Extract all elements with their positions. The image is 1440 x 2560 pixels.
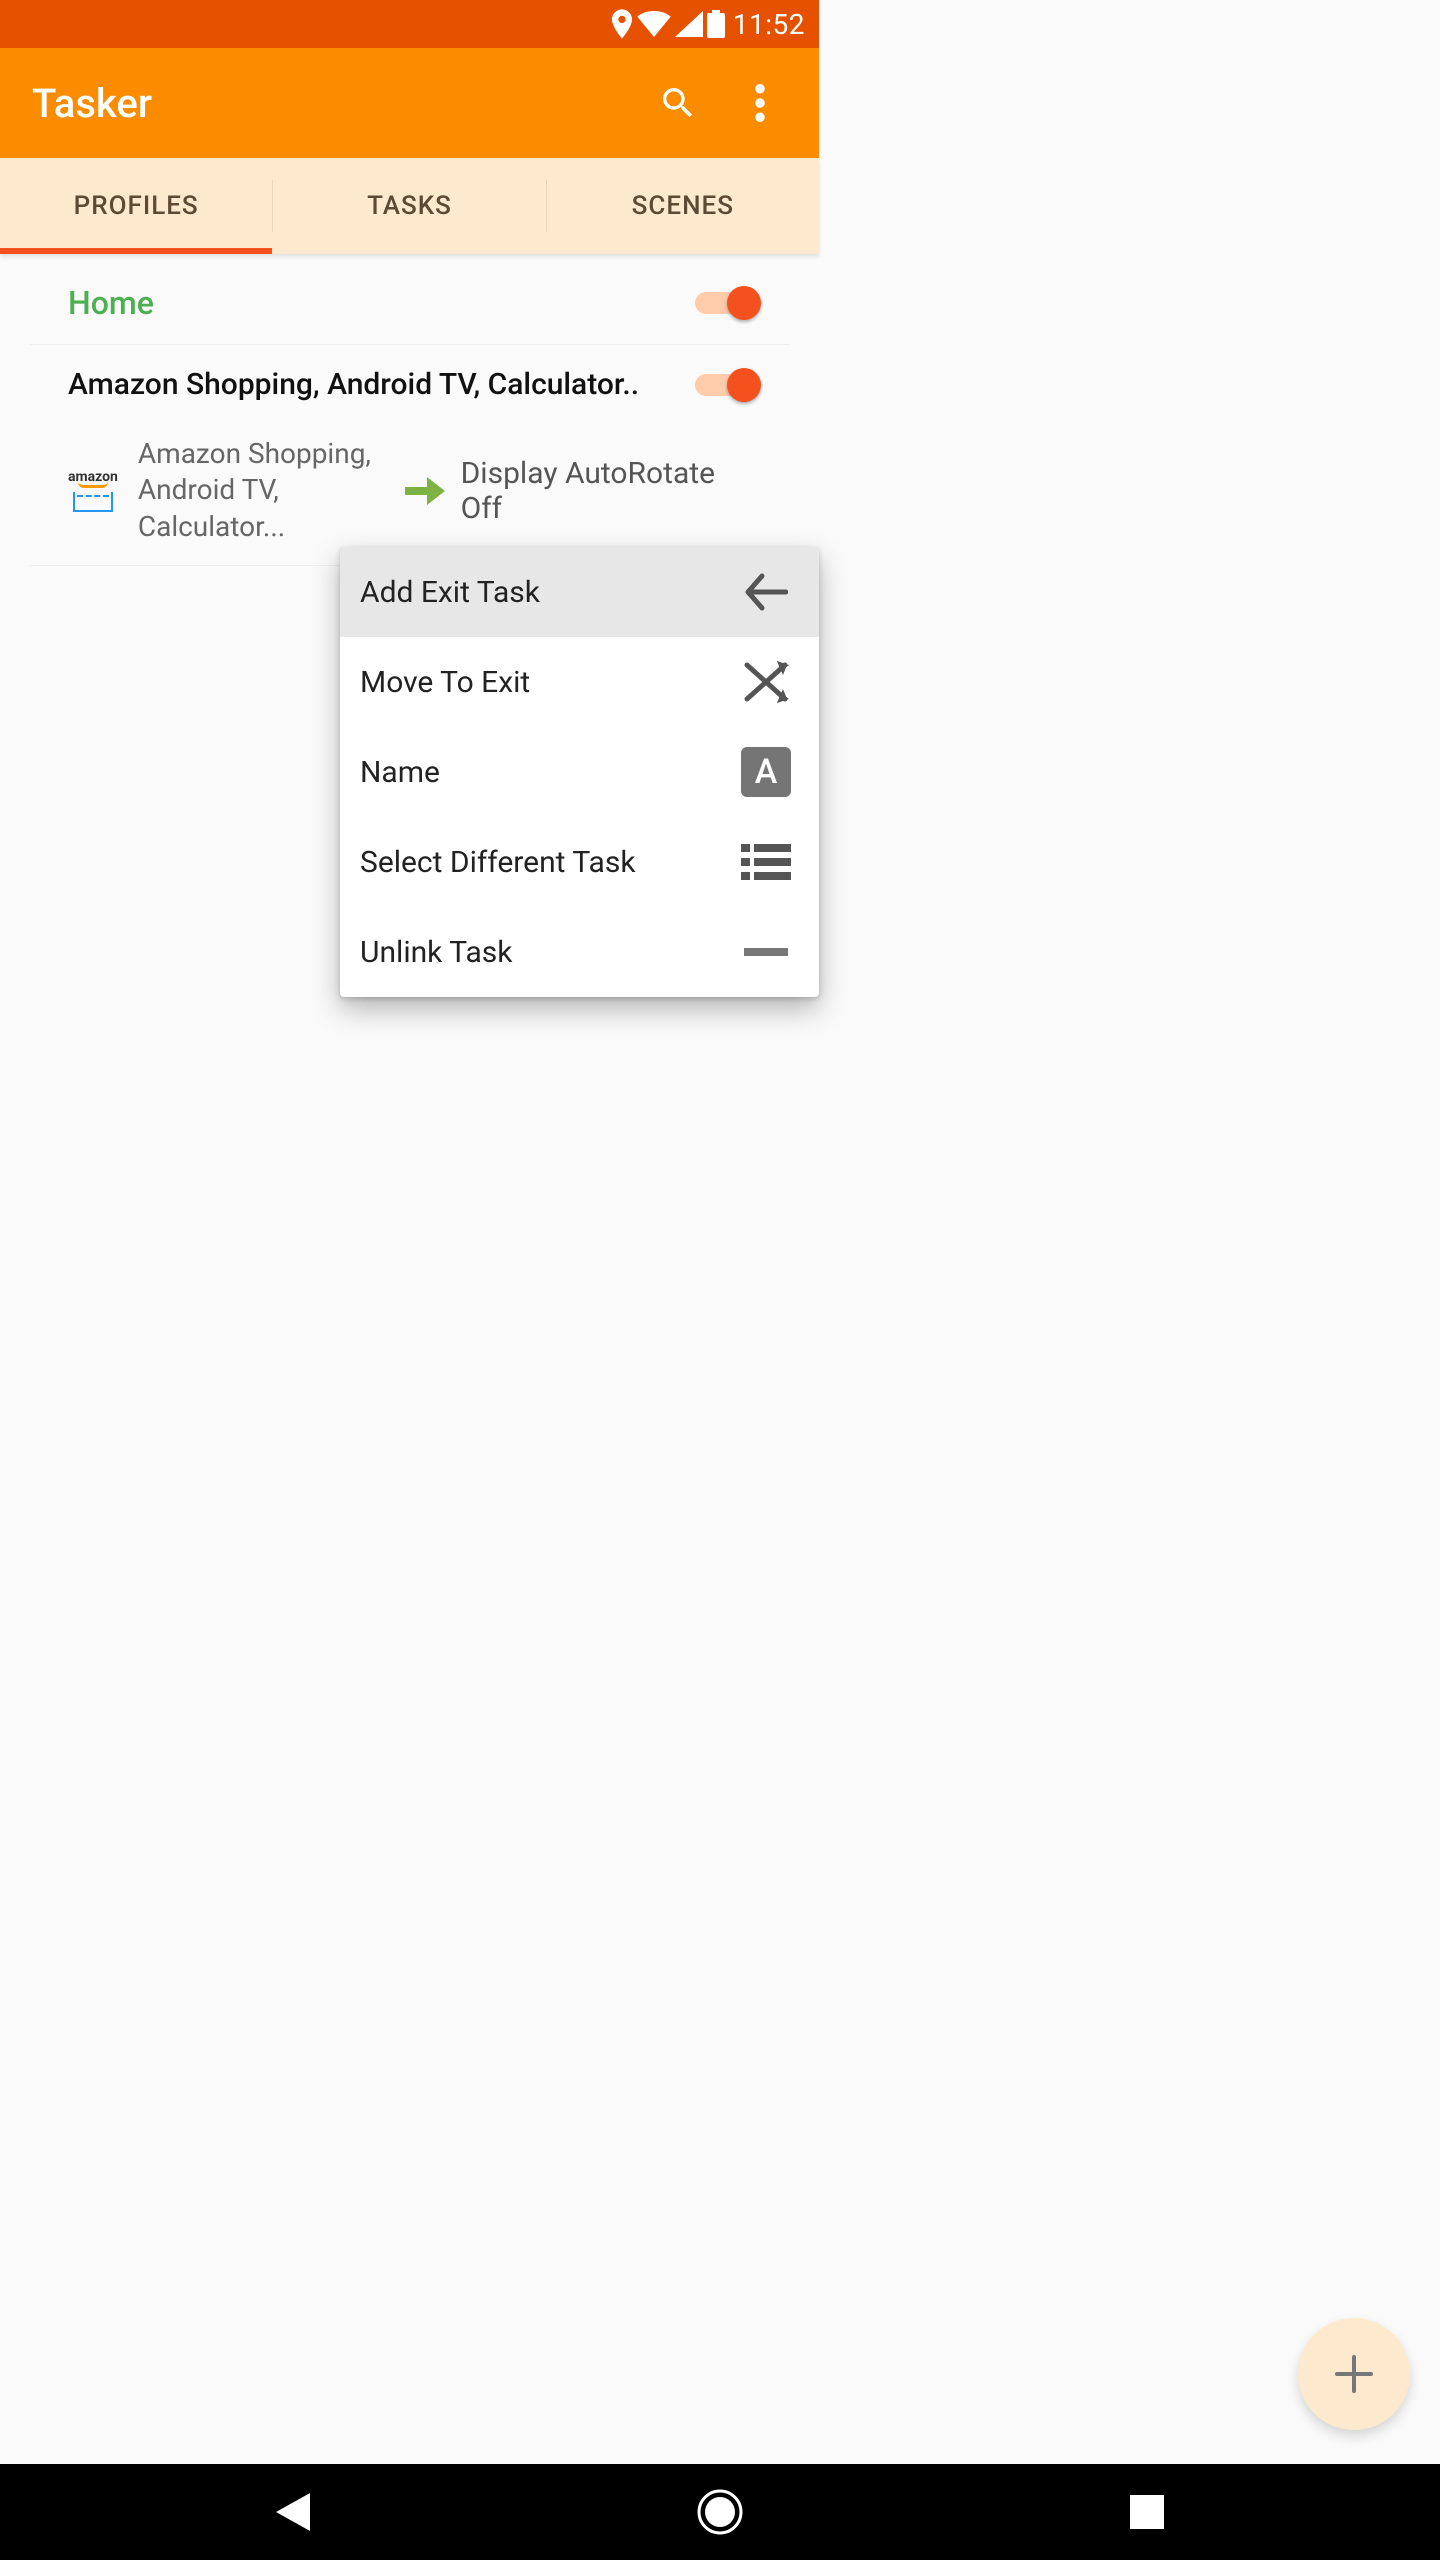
status-icons — [611, 9, 725, 39]
fab-add[interactable] — [1298, 2318, 1410, 2430]
context-label: Amazon Shopping, Android TV, Calculator.… — [138, 436, 390, 545]
tab-label: PROFILES — [74, 191, 199, 221]
tab-tasks[interactable]: TASKS — [273, 158, 545, 254]
more-vert-icon — [755, 84, 765, 122]
back-triangle-icon — [276, 2493, 310, 2531]
profile-detail-row[interactable]: amazon Amazon Shopping, Android TV, Calc… — [30, 424, 789, 566]
menu-item-label: Add Exit Task — [360, 575, 741, 610]
toggle-amazon[interactable] — [695, 368, 757, 402]
entry-arrow-icon — [396, 475, 455, 507]
menu-item-select-different-task[interactable]: Select Different Task — [340, 817, 819, 907]
nav-home-button[interactable] — [695, 2487, 745, 2537]
status-bar: 11:52 — [0, 0, 819, 48]
toggle-thumb — [727, 286, 761, 320]
tab-scenes[interactable]: SCENES — [547, 158, 819, 254]
task-name-label: Display AutoRotate Off — [461, 456, 757, 526]
toggle-thumb — [727, 368, 761, 402]
letter-a-icon: A — [741, 747, 791, 797]
menu-item-name[interactable]: Name A — [340, 727, 819, 817]
minus-icon — [741, 948, 791, 956]
battery-icon — [707, 10, 725, 38]
location-icon — [611, 9, 633, 39]
menu-item-label: Select Different Task — [360, 845, 741, 880]
signal-icon — [675, 11, 703, 37]
menu-item-label: Name — [360, 755, 741, 790]
menu-item-add-exit-task[interactable]: Add Exit Task — [340, 547, 819, 637]
tab-label: TASKS — [367, 191, 452, 221]
search-icon — [658, 83, 698, 123]
nav-back-button[interactable] — [268, 2487, 318, 2537]
profile-row-home[interactable]: Home — [30, 262, 789, 345]
amazon-app-icon: amazon — [68, 463, 118, 519]
tab-label: SCENES — [632, 191, 734, 221]
menu-item-unlink-task[interactable]: Unlink Task — [340, 907, 819, 997]
profile-title: Home — [68, 284, 695, 322]
menu-item-label: Move To Exit — [360, 665, 741, 700]
arrow-left-icon — [741, 572, 791, 612]
navigation-bar — [0, 2464, 1440, 2560]
search-button[interactable] — [649, 74, 707, 132]
nav-recent-button[interactable] — [1122, 2487, 1172, 2537]
app-bar: Tasker — [0, 48, 819, 158]
recent-square-icon — [1130, 2495, 1164, 2529]
toggle-home[interactable] — [695, 286, 757, 320]
menu-item-label: Unlink Task — [360, 935, 741, 970]
app-title: Tasker — [32, 80, 625, 127]
list-icon — [741, 842, 791, 882]
shuffle-icon — [741, 661, 791, 703]
status-time: 11:52 — [733, 8, 805, 41]
tab-profiles[interactable]: PROFILES — [0, 158, 272, 254]
tab-bar: PROFILES TASKS SCENES — [0, 158, 819, 254]
context-menu: Add Exit Task Move To Exit Name A Select… — [340, 547, 819, 997]
profile-row-amazon[interactable]: Amazon Shopping, Android TV, Calculator.… — [30, 345, 789, 424]
overflow-menu-button[interactable] — [731, 74, 789, 132]
content-area: Home Amazon Shopping, Android TV, Calcul… — [0, 262, 819, 566]
profile-title: Amazon Shopping, Android TV, Calculator.… — [68, 367, 695, 402]
menu-item-move-to-exit[interactable]: Move To Exit — [340, 637, 819, 727]
plus-icon — [1333, 2353, 1375, 2395]
wifi-icon — [637, 11, 671, 37]
home-circle-icon — [697, 2489, 743, 2535]
